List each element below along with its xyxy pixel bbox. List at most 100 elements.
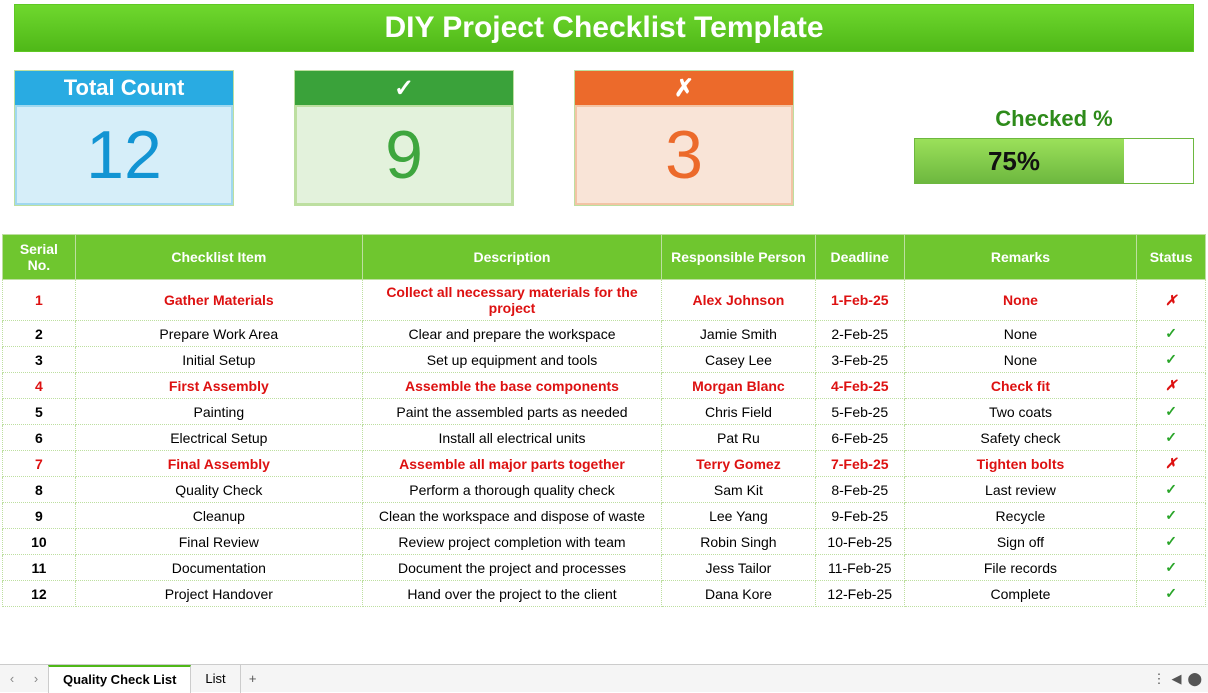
cell-remarks: Last review <box>904 477 1137 503</box>
cell-status[interactable]: ✗ <box>1137 280 1206 321</box>
cell-desc: Assemble all major parts together <box>362 451 661 477</box>
cell-dead: 4-Feb-25 <box>815 373 904 399</box>
table-row[interactable]: 11DocumentationDocument the project and … <box>3 555 1206 581</box>
cell-status[interactable]: ✓ <box>1137 581 1206 607</box>
cell-dead: 8-Feb-25 <box>815 477 904 503</box>
tab-quality-check-list[interactable]: Quality Check List <box>48 665 191 693</box>
cell-desc: Set up equipment and tools <box>362 347 661 373</box>
cell-item: Final Review <box>75 529 362 555</box>
cell-dead: 12-Feb-25 <box>815 581 904 607</box>
card-checked-value: 9 <box>295 105 513 205</box>
table-row[interactable]: 12Project HandoverHand over the project … <box>3 581 1206 607</box>
cell-remarks: Complete <box>904 581 1137 607</box>
cell-resp: Pat Ru <box>662 425 816 451</box>
col-item: Checklist Item <box>75 235 362 280</box>
table-row[interactable]: 6Electrical SetupInstall all electrical … <box>3 425 1206 451</box>
cell-desc: Install all electrical units <box>362 425 661 451</box>
checked-percent-label: Checked % <box>914 106 1194 132</box>
col-dead: Deadline <box>815 235 904 280</box>
tab-list[interactable]: List <box>191 665 240 693</box>
card-unchecked-value: 3 <box>575 105 793 205</box>
more-icon[interactable]: ⋮ <box>1152 671 1165 687</box>
progress-bar: 75% <box>914 138 1194 184</box>
cell-dead: 11-Feb-25 <box>815 555 904 581</box>
cell-desc: Perform a thorough quality check <box>362 477 661 503</box>
cell-remarks: Tighten bolts <box>904 451 1137 477</box>
cell-resp: Alex Johnson <box>662 280 816 321</box>
cell-status[interactable]: ✓ <box>1137 399 1206 425</box>
card-total-label: Total Count <box>15 71 233 105</box>
table-row[interactable]: 2Prepare Work AreaClear and prepare the … <box>3 321 1206 347</box>
col-status: Status <box>1137 235 1206 280</box>
cell-status[interactable]: ✓ <box>1137 347 1206 373</box>
cell-serial: 7 <box>3 451 76 477</box>
cell-status[interactable]: ✗ <box>1137 451 1206 477</box>
cell-serial: 4 <box>3 373 76 399</box>
cell-resp: Chris Field <box>662 399 816 425</box>
cell-item: Quality Check <box>75 477 362 503</box>
cell-dead: 10-Feb-25 <box>815 529 904 555</box>
cell-remarks: None <box>904 321 1137 347</box>
cell-serial: 6 <box>3 425 76 451</box>
checked-percent-box: Checked % 75% <box>914 106 1194 184</box>
col-rem: Remarks <box>904 235 1137 280</box>
cell-status[interactable]: ✓ <box>1137 555 1206 581</box>
table-row[interactable]: 9CleanupClean the workspace and dispose … <box>3 503 1206 529</box>
cell-desc: Paint the assembled parts as needed <box>362 399 661 425</box>
scroll-left-icon[interactable]: ◀ <box>1171 671 1181 687</box>
cell-item: Documentation <box>75 555 362 581</box>
cell-serial: 8 <box>3 477 76 503</box>
cell-status[interactable]: ✓ <box>1137 503 1206 529</box>
cell-resp: Lee Yang <box>662 503 816 529</box>
prev-sheet-button[interactable]: ‹ <box>0 671 24 686</box>
cell-serial: 10 <box>3 529 76 555</box>
cell-item: Electrical Setup <box>75 425 362 451</box>
cell-item: Project Handover <box>75 581 362 607</box>
cell-item: First Assembly <box>75 373 362 399</box>
cell-remarks: Recycle <box>904 503 1137 529</box>
cell-desc: Review project completion with team <box>362 529 661 555</box>
table-header-row: Serial No. Checklist Item Description Re… <box>3 235 1206 280</box>
table-row[interactable]: 5PaintingPaint the assembled parts as ne… <box>3 399 1206 425</box>
checklist-table: Serial No. Checklist Item Description Re… <box>2 234 1206 607</box>
cell-remarks: None <box>904 347 1137 373</box>
cell-desc: Assemble the base components <box>362 373 661 399</box>
cell-resp: Jess Tailor <box>662 555 816 581</box>
cell-status[interactable]: ✓ <box>1137 477 1206 503</box>
cell-desc: Collect all necessary materials for the … <box>362 280 661 321</box>
cell-resp: Dana Kore <box>662 581 816 607</box>
cell-resp: Sam Kit <box>662 477 816 503</box>
cell-status[interactable]: ✗ <box>1137 373 1206 399</box>
cell-item: Cleanup <box>75 503 362 529</box>
add-sheet-button[interactable]: + <box>241 671 265 686</box>
cell-dead: 3-Feb-25 <box>815 347 904 373</box>
cell-remarks: File records <box>904 555 1137 581</box>
cell-status[interactable]: ✓ <box>1137 425 1206 451</box>
cell-status[interactable]: ✓ <box>1137 529 1206 555</box>
cell-status[interactable]: ✓ <box>1137 321 1206 347</box>
cell-desc: Clear and prepare the workspace <box>362 321 661 347</box>
table-row[interactable]: 8Quality CheckPerform a thorough quality… <box>3 477 1206 503</box>
cell-serial: 2 <box>3 321 76 347</box>
next-sheet-button[interactable]: › <box>24 671 48 686</box>
x-icon: ✗ <box>575 71 793 105</box>
cell-item: Prepare Work Area <box>75 321 362 347</box>
table-row[interactable]: 10Final ReviewReview project completion … <box>3 529 1206 555</box>
progress-text: 75% <box>915 139 1193 183</box>
cell-resp: Robin Singh <box>662 529 816 555</box>
cell-item: Painting <box>75 399 362 425</box>
card-checked: ✓ 9 <box>294 70 514 206</box>
col-serial: Serial No. <box>3 235 76 280</box>
cell-serial: 11 <box>3 555 76 581</box>
table-row[interactable]: 3Initial SetupSet up equipment and tools… <box>3 347 1206 373</box>
card-unchecked: ✗ 3 <box>574 70 794 206</box>
cell-desc: Document the project and processes <box>362 555 661 581</box>
cell-remarks: Safety check <box>904 425 1137 451</box>
table-row[interactable]: 1Gather MaterialsCollect all necessary m… <box>3 280 1206 321</box>
scroll-handle-icon[interactable]: ⬤ <box>1187 671 1202 687</box>
check-icon: ✓ <box>295 71 513 105</box>
cell-desc: Hand over the project to the client <box>362 581 661 607</box>
table-row[interactable]: 4First AssemblyAssemble the base compone… <box>3 373 1206 399</box>
table-row[interactable]: 7Final AssemblyAssemble all major parts … <box>3 451 1206 477</box>
cell-serial: 9 <box>3 503 76 529</box>
